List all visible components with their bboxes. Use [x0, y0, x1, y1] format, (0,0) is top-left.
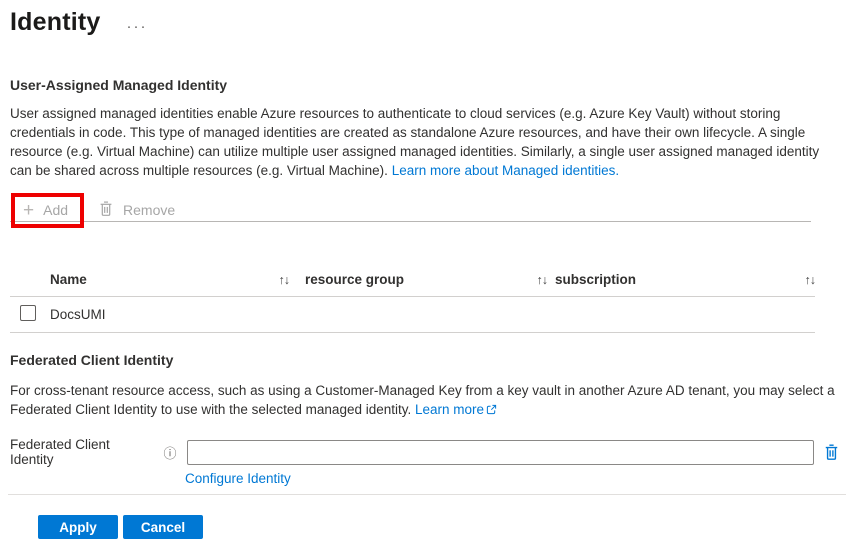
sort-icon[interactable]: ↑↓: [805, 273, 816, 287]
column-header-subscription-label: subscription: [555, 272, 637, 287]
add-button-label: Add: [43, 202, 69, 218]
federated-identity-field-label: Federated Client Identity: [10, 437, 110, 467]
column-header-name[interactable]: Name ↑↓: [50, 272, 305, 287]
info-icon[interactable]: ⓘ: [163, 443, 176, 462]
federated-identity-input[interactable]: [186, 439, 814, 465]
federated-description: For cross-tenant resource access, such a…: [10, 381, 843, 420]
page-title: Identity: [10, 8, 101, 36]
federated-section-heading: Federated Client Identity: [10, 352, 174, 368]
sort-icon[interactable]: ↑↓: [279, 273, 290, 287]
external-link-icon: [486, 401, 497, 420]
uami-description: User assigned managed identities enable …: [10, 104, 843, 180]
row-name-cell: DocsUMI: [50, 307, 106, 322]
remove-button-label: Remove: [123, 202, 176, 218]
add-button-highlight-box: + Add: [11, 192, 85, 228]
table-header-row: Name ↑↓ resource group ↑↓ subscription ↑…: [10, 263, 816, 297]
uami-section-heading: User-Assigned Managed Identity: [10, 77, 228, 93]
cancel-button[interactable]: Cancel: [123, 515, 203, 539]
page-header: Identity ···: [10, 8, 840, 37]
more-options-icon[interactable]: ···: [127, 19, 148, 34]
plus-icon: +: [23, 199, 35, 221]
delete-federated-identity-button[interactable]: [823, 443, 840, 461]
federated-identity-field-row: Federated Client Identity ⓘ: [10, 437, 840, 467]
table-row[interactable]: DocsUMI: [10, 297, 815, 333]
identity-table: Name ↑↓ resource group ↑↓ subscription ↑…: [10, 263, 816, 333]
column-header-name-label: Name: [50, 272, 87, 287]
row-checkbox-cell: [10, 305, 50, 324]
column-header-resource-group-label: resource group: [305, 272, 405, 287]
federated-learn-more-link[interactable]: Learn more: [415, 402, 484, 417]
toolbar-divider: [10, 221, 811, 222]
sort-icon[interactable]: ↑↓: [537, 273, 548, 287]
trash-icon: [98, 200, 114, 220]
identity-page: Identity ··· User-Assigned Managed Ident…: [0, 0, 848, 539]
column-header-subscription[interactable]: subscription ↑↓: [555, 272, 816, 287]
add-button[interactable]: + Add: [23, 201, 68, 220]
footer-actions: Apply Cancel: [38, 515, 840, 539]
row-select-checkbox[interactable]: [20, 305, 36, 321]
apply-button[interactable]: Apply: [38, 515, 118, 539]
configure-identity-link[interactable]: Configure Identity: [185, 471, 291, 486]
uami-learn-more-link[interactable]: Learn more about Managed identities.: [392, 163, 619, 178]
uami-toolbar: + Add Remove: [10, 192, 840, 228]
column-header-resource-group[interactable]: resource group ↑↓: [305, 272, 555, 287]
remove-button[interactable]: Remove: [98, 200, 175, 220]
bottom-divider: [8, 494, 846, 495]
